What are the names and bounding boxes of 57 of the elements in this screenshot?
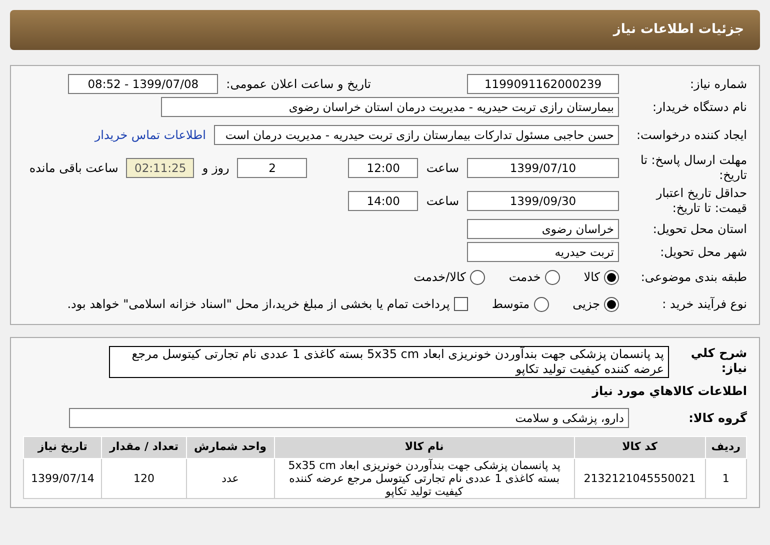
column-header: تعداد / مقدار bbox=[102, 436, 186, 458]
field-label: نام دستگاه خریدار: bbox=[652, 100, 747, 114]
column-header: تاریخ نیاز bbox=[24, 436, 102, 458]
field-label: حداقل تاریخ اعتبار قیمت: تا تاریخ: bbox=[654, 186, 747, 216]
field-label: کالا/خدمت bbox=[414, 269, 466, 286]
field-label: تاریخ و ساعت اعلان عمومی: bbox=[226, 76, 371, 93]
table-cell: 1399/07/14 bbox=[24, 458, 102, 498]
text-field[interactable]: 2 bbox=[237, 158, 308, 178]
table-cell: 2132121045550021 bbox=[574, 458, 706, 498]
text-field[interactable]: خراسان رضوی bbox=[467, 219, 619, 239]
checkbox-label: پرداخت تمام یا بخشی از مبلغ خرید،از محل "اسناد خزانه اسلامی" خواهد بود. bbox=[67, 296, 450, 313]
field-label: کالا bbox=[584, 269, 600, 286]
column-header: کد کالا bbox=[574, 436, 706, 458]
table-cell: 1 bbox=[705, 458, 746, 498]
text-field[interactable]: 12:00 bbox=[348, 158, 418, 178]
contact-link[interactable]: اطلاعات تماس خریدار bbox=[94, 126, 206, 144]
radio-button[interactable] bbox=[544, 270, 560, 284]
field-label: متوسط bbox=[492, 296, 530, 313]
radio-button[interactable] bbox=[534, 296, 549, 312]
text-field[interactable]: 1399/07/10 bbox=[467, 158, 619, 178]
text-field[interactable]: 1199091162000239 bbox=[467, 74, 619, 94]
field-label: خدمت bbox=[508, 269, 541, 286]
radio-button[interactable] bbox=[604, 270, 619, 284]
field-label: مهلت ارسال پاسخ: تا تاریخ: bbox=[639, 153, 747, 183]
field-label: شهر محل تحویل: bbox=[660, 244, 747, 260]
page-title: جزئیات اطلاعات نیاز bbox=[613, 21, 744, 40]
text-field[interactable]: دارو، پزشکی و سلامت bbox=[69, 408, 629, 428]
text-field[interactable]: 1399/07/08 - 08:52 bbox=[68, 74, 218, 94]
text-field[interactable]: 14:00 bbox=[348, 191, 418, 211]
table-cell: پد پانسمان پزشکی جهت بندآوردن خونریزی ابعاد 5x35 cm بسته کاغذی 1 عددی نام تجارتی کیتوسل مرجع عرضه کننده کیفیت تولید تکاپو bbox=[274, 458, 574, 498]
table-cell: عدد bbox=[186, 458, 274, 498]
field-label: گروه کالا: bbox=[688, 410, 747, 426]
table-cell: 120 bbox=[102, 458, 186, 498]
field-label: استان محل تحویل: bbox=[652, 222, 747, 236]
field-label: نوع فرآیند خرید : bbox=[662, 296, 747, 312]
field-label: ایجاد کننده درخواست: bbox=[636, 128, 747, 142]
text-field[interactable]: 02:11:25 bbox=[126, 158, 194, 178]
column-header: واحد شمارش bbox=[186, 436, 274, 458]
field-label: ساعت bbox=[426, 193, 459, 210]
text-field[interactable]: بیمارستان رازی تربت حیدریه - مدیریت درمان استان خراسان رضوی bbox=[161, 97, 619, 117]
column-header: ردیف bbox=[705, 436, 746, 458]
text-field[interactable]: تربت حیدریه bbox=[467, 242, 619, 262]
field-label: جزیی bbox=[572, 296, 600, 313]
text-field[interactable]: 1399/09/30 bbox=[467, 191, 619, 211]
field-label: شماره نیاز: bbox=[690, 76, 747, 92]
field-label: ساعت باقی مانده bbox=[29, 160, 118, 177]
section-heading: اطلاعات کالاهاي مورد نياز bbox=[590, 383, 747, 400]
field-label: شرح کلي نياز: bbox=[690, 346, 747, 376]
radio-button[interactable] bbox=[470, 270, 485, 284]
description-box: پد پانسمان پزشکی جهت بندآوردن خونریزی ابعاد 5x35 cm بسته کاغذی 1 عددی نام تجارتی کیتوسل مرجع عرضه کننده کیفیت تولید تکاپو bbox=[109, 346, 669, 378]
field-label: طبقه بندی موضوعی: bbox=[640, 270, 747, 284]
text-field[interactable]: حسن حاجبی مسئول تدارکات بیمارستان رازی تربت حیدریه - مدیریت درمان است bbox=[214, 125, 619, 145]
field-label: روز و bbox=[202, 160, 230, 177]
column-header: نام کالا bbox=[274, 436, 574, 458]
field-label: ساعت bbox=[426, 160, 459, 177]
checkbox[interactable] bbox=[454, 297, 468, 311]
radio-button[interactable] bbox=[604, 296, 619, 312]
